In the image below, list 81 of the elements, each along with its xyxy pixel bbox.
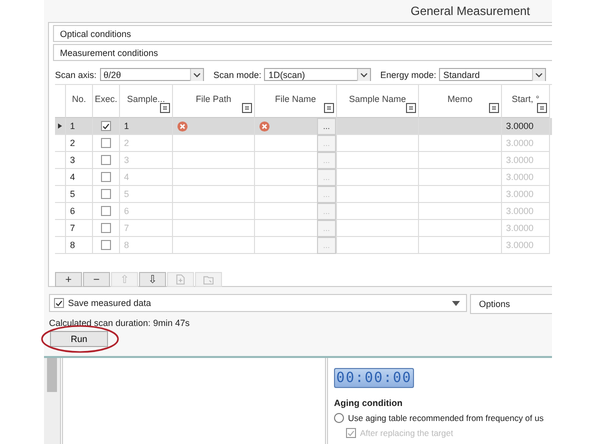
options-dropdown[interactable]: Options (470, 294, 552, 314)
checkbox-label: Save measured data (68, 298, 152, 308)
table-cell: 3.0000 (506, 206, 534, 216)
table-cell: 3.0000 (506, 121, 534, 131)
dropdown[interactable]: θ/2θ (100, 68, 204, 81)
row-pointer-icon (58, 123, 62, 129)
caret-icon (452, 300, 460, 306)
table-cell: 5 (124, 189, 130, 199)
combo-label: Scan axis: (55, 70, 97, 80)
filter-icon[interactable] (489, 103, 499, 113)
table-cell: 4 (124, 172, 130, 182)
table-row[interactable]: 6 6 ... 3.0000 (55, 203, 552, 220)
table-row[interactable]: 7 7 ... 3.0000 (55, 220, 552, 237)
checkbox[interactable] (101, 138, 111, 148)
folder-icon (203, 274, 214, 285)
checkbox-label: After replacing the target (360, 428, 454, 438)
toolbar-button[interactable]: + (55, 272, 82, 287)
table-cell: 6 (124, 206, 130, 216)
row-number: 1 (70, 121, 76, 131)
row-number: 6 (70, 206, 76, 216)
dropdown[interactable]: Standard (439, 68, 546, 81)
toolbar-button[interactable]: ⇩ (139, 272, 166, 287)
document-plus-icon (175, 274, 186, 285)
row-number: 4 (70, 172, 76, 182)
error-icon (177, 120, 188, 132)
combo-label: Energy mode: (380, 70, 436, 80)
table-cell: 3.0000 (506, 240, 534, 250)
table-cell: 1 (124, 121, 130, 131)
toolbar-button[interactable]: − (83, 272, 110, 287)
section-header[interactable]: Optical conditions (53, 25, 552, 42)
table-cell: 2 (124, 138, 130, 148)
row-number: 5 (70, 189, 76, 199)
chevron-down-icon (532, 68, 545, 80)
combo-label: Scan mode: (213, 70, 262, 80)
row-number: 2 (70, 138, 76, 148)
chevron-down-icon (357, 68, 370, 80)
checkbox[interactable] (101, 172, 111, 182)
timer-display: 00:00:00 (334, 368, 414, 388)
scan-duration-text: Calculated scan duration: 9min 47s (49, 318, 191, 328)
filter-icon[interactable] (324, 103, 334, 113)
table-row[interactable]: 3 3 ... 3.0000 (55, 152, 552, 169)
section-header[interactable]: Measurement conditions (53, 44, 552, 61)
scrollbar-thumb[interactable] (47, 358, 57, 392)
table-row[interactable]: 4 4 ... 3.0000 (55, 169, 552, 186)
run-button[interactable]: Run (50, 331, 108, 347)
filter-icon[interactable] (537, 103, 547, 113)
dropdown[interactable]: 1D(scan) (264, 68, 372, 81)
checkbox[interactable] (101, 155, 111, 165)
radio-label: Use aging table recommended from frequency of us (348, 413, 544, 423)
filter-icon[interactable] (242, 103, 252, 113)
row-number: 8 (70, 240, 76, 250)
error-icon (259, 120, 270, 132)
chevron-down-icon (190, 68, 204, 80)
table-cell: 3.0000 (506, 189, 534, 199)
save-data-dropdown[interactable]: Save measured data (49, 294, 467, 312)
radio-button[interactable] (334, 413, 344, 423)
table-cell: 7 (124, 223, 130, 233)
table-row[interactable]: 1 1 ... 3.0000 (55, 118, 552, 135)
checkbox[interactable] (101, 189, 111, 199)
table-cell: 3.0000 (506, 223, 534, 233)
checkbox[interactable] (101, 240, 111, 250)
table-cell: 3.0000 (506, 138, 534, 148)
table-cell: 8 (124, 240, 130, 250)
table-cell: 3 (124, 155, 130, 165)
row-number: 3 (70, 155, 76, 165)
filter-icon[interactable] (160, 103, 170, 113)
table-row[interactable]: 5 5 ... 3.0000 (55, 186, 552, 203)
filter-icon[interactable] (406, 103, 416, 113)
checkbox[interactable] (101, 121, 111, 131)
table-row[interactable]: 8 8 ... 3.0000 (55, 237, 552, 254)
scrollbar[interactable] (44, 358, 60, 444)
row-number: 7 (70, 223, 76, 233)
table-cell: 3.0000 (506, 172, 534, 182)
checkbox[interactable] (101, 223, 111, 233)
checkbox[interactable] (101, 206, 111, 216)
window-title: General Measurement (410, 4, 530, 18)
browse-button[interactable]: ... (317, 118, 336, 134)
table-cell: 3.0000 (506, 155, 534, 165)
checkbox[interactable] (54, 298, 64, 308)
section-title: Aging condition (334, 398, 404, 408)
table-row[interactable]: 2 2 ... 3.0000 (55, 135, 552, 152)
